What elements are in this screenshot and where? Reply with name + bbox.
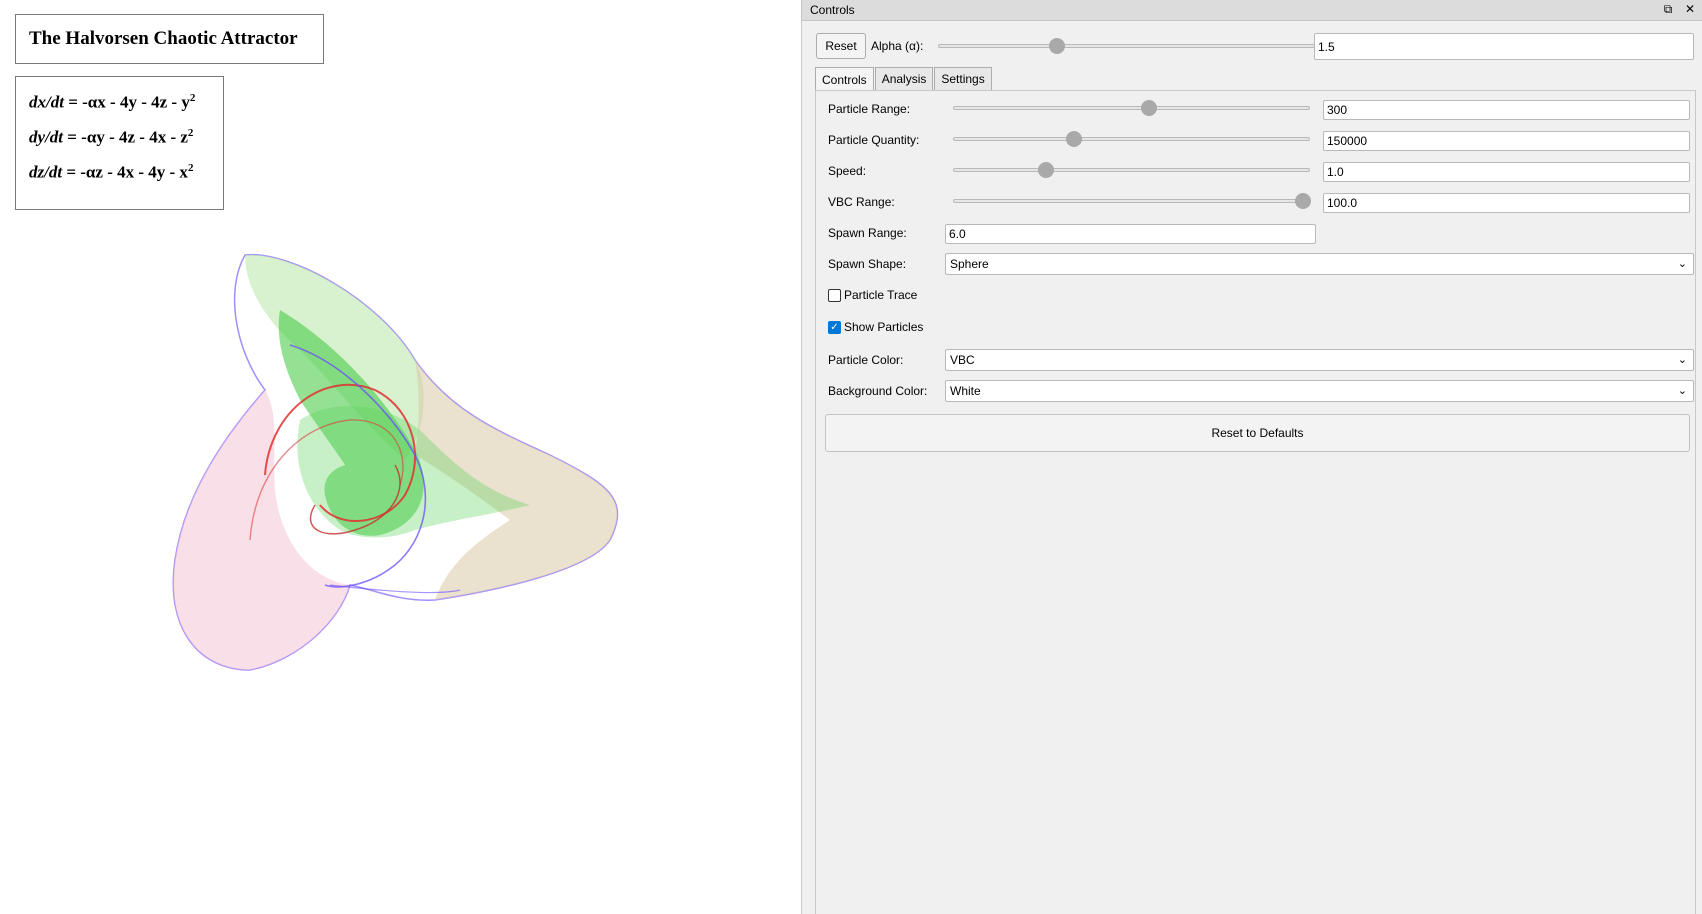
spawn-range-label: Spawn Range: (828, 226, 907, 240)
equation-x: dx/dt = -αx - 4y - 4z - y2 (29, 87, 223, 122)
equation-z-exponent: 2 (187, 162, 194, 174)
alpha-label: Alpha (α): (871, 39, 924, 53)
background-color-select[interactable]: White ⌄ (945, 380, 1694, 402)
background-color-label: Background Color: (828, 384, 928, 398)
speed-input[interactable]: 1.0 (1323, 162, 1690, 182)
particle-color-select[interactable]: VBC ⌄ (945, 349, 1694, 371)
equation-x-lhs: dx/dt (29, 92, 64, 112)
tab-analysis[interactable]: Analysis (874, 67, 934, 90)
controls-tab-pane: Particle Range: 300 Particle Quantity: 1… (815, 90, 1696, 914)
particle-quantity-slider[interactable] (953, 131, 1310, 147)
particle-color-label: Particle Color: (828, 353, 904, 367)
attractor-title: The Halvorsen Chaotic Attractor (15, 14, 324, 64)
controls-titlebar[interactable]: Controls ⧉ ✕ (802, 0, 1702, 21)
speed-track (953, 168, 1310, 172)
particle-trace-label[interactable]: Particle Trace (844, 288, 917, 302)
equation-z-rhs: = -αz - 4x - 4y - x (66, 162, 188, 182)
vbc-range-slider[interactable] (953, 193, 1311, 209)
attractor-title-text: The Halvorsen Chaotic Attractor (29, 28, 298, 49)
particle-range-label: Particle Range: (828, 102, 911, 116)
speed-slider[interactable] (953, 162, 1310, 178)
background-color-value: White (950, 384, 981, 398)
equation-z: dz/dt = -αz - 4x - 4y - x2 (29, 157, 223, 192)
particle-quantity-label: Particle Quantity: (828, 133, 920, 147)
speed-thumb[interactable] (1037, 162, 1054, 178)
vbc-range-label: VBC Range: (828, 195, 895, 209)
show-particles-checkbox[interactable]: ✓ (828, 321, 841, 334)
alpha-row: Reset Alpha (α): 1.5 (816, 33, 1694, 60)
vbc-range-thumb[interactable] (1294, 193, 1311, 209)
particle-quantity-thumb[interactable] (1066, 131, 1083, 147)
vbc-range-input[interactable]: 100.0 (1323, 193, 1690, 213)
particle-range-track (953, 106, 1310, 110)
tab-controls[interactable]: Controls (815, 67, 874, 91)
equation-y-rhs: = -αy - 4z - 4x - z (67, 127, 188, 147)
speed-label: Speed: (828, 164, 867, 178)
controls-title: Controls (810, 3, 855, 17)
spawn-shape-value: Sphere (950, 257, 989, 271)
show-particles-label[interactable]: Show Particles (844, 320, 923, 334)
equation-z-lhs: dz/dt (29, 162, 63, 182)
particle-quantity-track (953, 137, 1310, 141)
spawn-shape-label: Spawn Shape: (828, 257, 907, 271)
particle-range-thumb[interactable] (1141, 100, 1158, 116)
controls-panel: Controls ⧉ ✕ Reset Alpha (α): 1.5 Contro… (801, 0, 1702, 914)
alpha-slider-thumb[interactable] (1049, 38, 1066, 54)
alpha-slider-track (938, 44, 1322, 48)
chevron-down-icon: ⌄ (1677, 258, 1687, 270)
equations-box: dx/dt = -αx - 4y - 4z - y2 dy/dt = -αy -… (15, 76, 224, 210)
particle-trace-checkbox[interactable] (828, 289, 841, 302)
equation-x-exponent: 2 (189, 92, 196, 104)
particle-color-value: VBC (950, 353, 975, 367)
vbc-range-track (953, 199, 1310, 203)
attractor-render (172, 253, 619, 671)
attractor-viewport[interactable]: The Halvorsen Chaotic Attractor dx/dt = … (0, 0, 801, 914)
chevron-down-icon: ⌄ (1677, 354, 1687, 366)
particle-range-input[interactable]: 300 (1323, 100, 1690, 120)
panel-tabs: Controls Analysis Settings (815, 67, 993, 91)
tab-settings[interactable]: Settings (934, 67, 992, 90)
alpha-slider[interactable] (938, 38, 1322, 54)
restore-icon[interactable]: ⧉ (1662, 2, 1674, 16)
close-icon[interactable]: ✕ (1684, 2, 1696, 16)
particle-quantity-input[interactable]: 150000 (1323, 131, 1690, 151)
equation-y: dy/dt = -αy - 4z - 4x - z2 (29, 122, 223, 157)
equation-y-lhs: dy/dt (29, 127, 63, 147)
reset-defaults-button[interactable]: Reset to Defaults (825, 414, 1690, 452)
reset-button[interactable]: Reset (816, 33, 866, 59)
equation-y-exponent: 2 (187, 127, 194, 139)
spawn-shape-select[interactable]: Sphere ⌄ (945, 253, 1694, 275)
chevron-down-icon: ⌄ (1677, 385, 1687, 397)
alpha-input[interactable]: 1.5 (1314, 33, 1694, 60)
spawn-range-input[interactable]: 6.0 (945, 224, 1316, 244)
equation-x-rhs: = -αx - 4y - 4z - y (68, 92, 190, 112)
particle-range-slider[interactable] (953, 100, 1310, 116)
